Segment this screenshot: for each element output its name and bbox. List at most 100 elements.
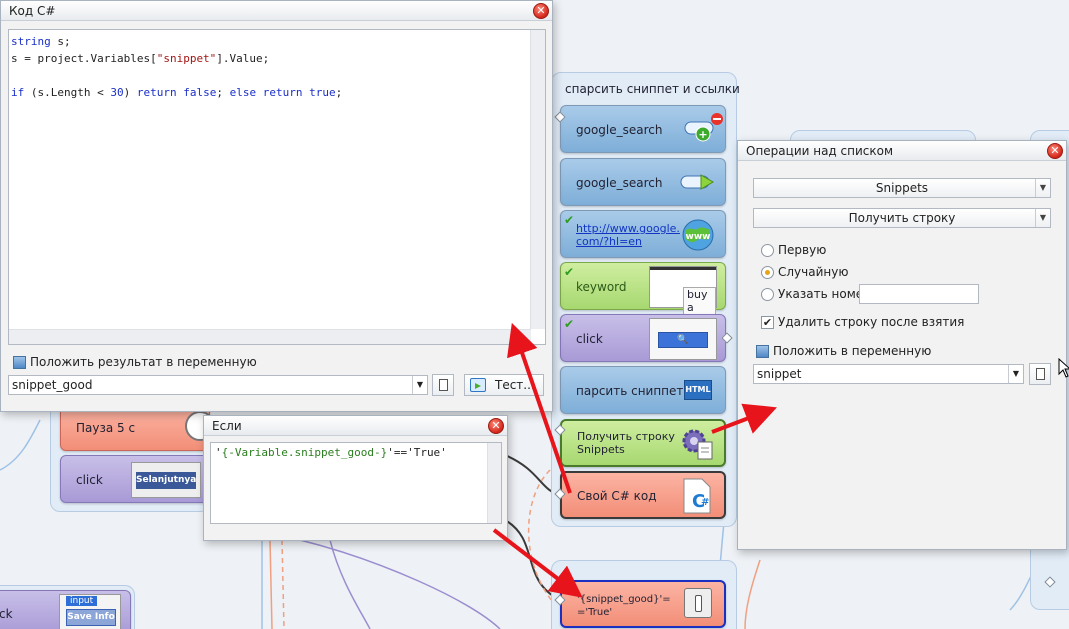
chevron-down-icon[interactable]: ▼ [412,376,427,394]
node-google-search-1[interactable]: google_search + [560,105,726,153]
list-select-value: Snippets [875,181,929,195]
csharp-file-icon: C # [683,478,711,514]
test-run-icon [470,378,486,392]
save-info-preview: input Save Info [59,594,121,629]
node-label: парсить сниппеты [576,384,693,398]
node-label: Свой C# код [577,489,657,503]
code-csharp-window[interactable]: Код C# ✕ string s; s = project.Variables[… [0,0,553,412]
search-icon: 🔍 [658,332,708,348]
code-token: ].Value; [216,52,270,65]
node-label: google_search [576,123,663,137]
vertical-scrollbar[interactable] [487,443,501,523]
code-token: 30 [110,86,124,99]
radio-random[interactable] [761,266,774,279]
copy-button[interactable] [432,374,454,396]
window-title-text: Операции над списком [746,144,894,158]
code-line: if (s.Length < 30) return false; else re… [11,84,342,101]
condition-expression: '{-Variable.snippet_good-}'=='True' [215,446,447,459]
svg-text:#: # [701,497,709,508]
result-variable-value: snippet_good [12,378,93,392]
radio-number[interactable] [761,288,774,301]
code-token: ) [123,86,137,99]
operation-select[interactable]: Получить строку ▼ [753,208,1051,228]
check-icon: ✔ [564,317,575,331]
node-url-link[interactable]: http://www.google.com/?hl=en [576,222,682,248]
copy-icon [1036,368,1045,380]
put-in-var-label: Положить в переменную [773,344,932,358]
node-label: keyword [576,280,627,294]
code-token: ; [216,86,230,99]
node-google-search-2[interactable]: google_search [560,158,726,206]
node-parse-snippets[interactable]: парсить сниппеты HTML [560,366,726,414]
chevron-down-icon[interactable]: ▼ [1035,179,1050,197]
radio-number-label: Указать номер [778,287,871,301]
code-token: else [229,86,257,99]
node-url[interactable]: ✔ http://www.google.com/?hl=en www [560,210,726,258]
save-info-button: Save Info [66,609,116,626]
group-title: спарсить сниппет и ссылки [565,82,740,96]
radio-random-label: Случайную [778,265,849,279]
code-token: "snippet" [156,52,217,65]
target-variable-value: snippet [757,367,802,381]
check-icon: ✔ [564,213,575,227]
code-token: s = project.Variables[ [11,52,157,65]
vertical-scrollbar[interactable] [530,30,545,329]
window-title-text: Код C# [9,4,56,18]
selanjutnya-preview: Selanjutnya [131,462,201,498]
switch-icon [684,588,712,618]
search-add-icon: + [684,113,723,142]
keyword-preview-text: buy a [683,287,716,315]
list-select[interactable]: Snippets ▼ [753,178,1051,198]
result-variable-input[interactable]: snippet_good ▼ [8,375,428,395]
code-line: string s; [11,33,342,50]
delete-after-checkbox[interactable]: ✔ [761,316,774,329]
node-get-line[interactable]: Получить строку Snippets [560,419,726,467]
radio-first-label: Первую [778,243,827,257]
target-variable-input[interactable]: snippet ▼ [753,364,1024,384]
delete-after-label: Удалить строку после взятия [778,315,965,329]
navigate-icon [680,174,714,190]
node-label: ck [0,607,13,621]
code-editor[interactable]: string s; s = project.Variables["snippet"… [8,29,546,345]
test-button-label: Тест... [495,378,535,392]
window-title: Если [204,416,507,436]
put-result-label: Положить результат в переменную [30,355,257,369]
put-in-var-checkbox[interactable] [756,345,769,358]
node-custom-csharp[interactable]: Свой C# код C # [560,471,726,519]
chevron-down-icon[interactable]: ▼ [1035,209,1050,227]
radio-first[interactable] [761,244,774,257]
input-tag: input [66,596,98,606]
node-condition[interactable]: '{snippet_good}'=='True' [560,580,726,628]
test-button[interactable]: Тест... [464,374,544,396]
if-window[interactable]: Если ✕ '{-Variable.snippet_good-}'=='Tru… [203,415,508,541]
code-line: s = project.Variables["snippet"].Value; [11,50,342,67]
copy-button[interactable] [1029,363,1051,385]
node-label: click [576,332,603,346]
node-label: Получить строку Snippets [577,430,675,456]
node-keyword[interactable]: ✔ keyword buy a [560,262,726,315]
code-token: if [11,86,25,99]
node-pause[interactable]: Пауза 5 с [60,406,215,451]
node-label: '{snippet_good}'=='True' [577,594,671,618]
close-button[interactable]: ✕ [1047,143,1063,159]
horizontal-scrollbar[interactable] [9,329,531,344]
list-operations-window[interactable]: Операции над списком ✕ Snippets ▼ Получи… [737,140,1067,550]
code-token: s; [50,35,71,48]
node-label: click [76,473,103,487]
chevron-down-icon[interactable]: ▼ [1008,365,1023,383]
code-token: false [183,86,217,99]
selanjutnya-button: Selanjutnya [136,472,196,489]
condition-editor[interactable]: '{-Variable.snippet_good-}'=='True' [210,442,502,524]
close-button[interactable]: ✕ [533,3,549,19]
line-number-input[interactable] [859,284,979,304]
node-click[interactable]: ✔ click 🔍 [560,314,726,362]
node-click-bottom[interactable]: ck input Save Info [0,590,131,629]
code-token: string [11,35,51,48]
put-result-checkbox[interactable] [13,356,26,369]
node-click-left[interactable]: click Selanjutnya [60,455,210,503]
html-icon: HTML [684,380,712,400]
close-button[interactable]: ✕ [488,418,504,434]
svg-text:+: + [698,128,707,141]
code-token: ; [335,86,343,99]
